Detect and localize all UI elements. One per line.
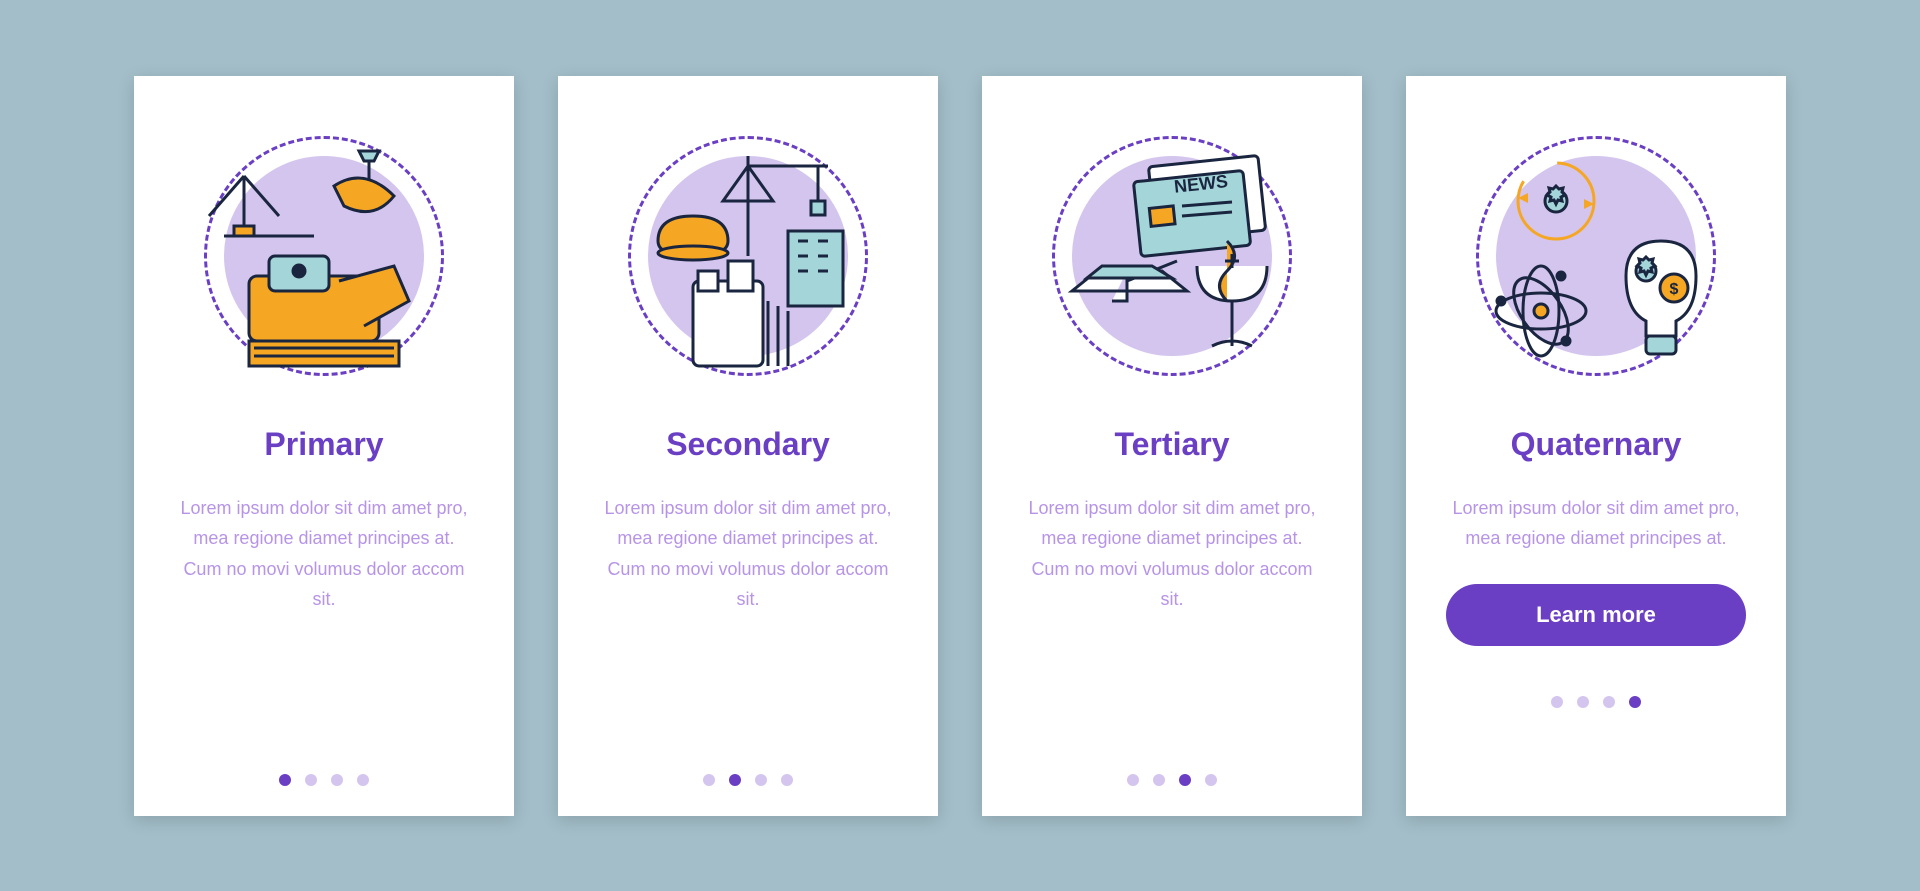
card-description: Lorem ipsum dolor sit dim amet pro, mea … (174, 493, 474, 754)
dot-4[interactable] (1205, 774, 1217, 786)
card-secondary: Secondary Lorem ipsum dolor sit dim amet… (558, 76, 938, 816)
card-description: Lorem ipsum dolor sit dim amet pro, mea … (1022, 493, 1322, 754)
card-title: Primary (264, 426, 383, 463)
dot-3[interactable] (331, 774, 343, 786)
svg-text:$: $ (1670, 281, 1679, 298)
card-tertiary: NEWS Tertiary Lor (982, 76, 1362, 816)
dot-2[interactable] (1577, 696, 1589, 708)
dot-3[interactable] (1603, 696, 1615, 708)
learn-more-button[interactable]: Learn more (1446, 584, 1746, 646)
dot-1[interactable] (1127, 774, 1139, 786)
dot-3[interactable] (755, 774, 767, 786)
dot-4[interactable] (1629, 696, 1641, 708)
card-description: Lorem ipsum dolor sit dim amet pro, mea … (598, 493, 898, 754)
secondary-industry-icon (608, 116, 888, 396)
dot-1[interactable] (1551, 696, 1563, 708)
primary-industry-icon (184, 116, 464, 396)
dot-1[interactable] (279, 774, 291, 786)
pagination-dots (1127, 754, 1217, 786)
dot-3[interactable] (1179, 774, 1191, 786)
dot-4[interactable] (357, 774, 369, 786)
card-title: Quaternary (1511, 426, 1682, 463)
pagination-dots (279, 754, 369, 786)
cards-container: Primary Lorem ipsum dolor sit dim amet p… (134, 76, 1786, 816)
tertiary-industry-icon: NEWS (1032, 116, 1312, 396)
dot-2[interactable] (1153, 774, 1165, 786)
dot-2[interactable] (305, 774, 317, 786)
quaternary-industry-icon: $ (1456, 116, 1736, 396)
card-title: Secondary (666, 426, 830, 463)
card-primary: Primary Lorem ipsum dolor sit dim amet p… (134, 76, 514, 816)
card-title: Tertiary (1114, 426, 1229, 463)
card-description: Lorem ipsum dolor sit dim amet pro, mea … (1446, 493, 1746, 554)
dot-2[interactable] (729, 774, 741, 786)
dot-1[interactable] (703, 774, 715, 786)
card-quaternary: $ Quaternary Lorem ipsum dolor sit dim a… (1406, 76, 1786, 816)
dot-4[interactable] (781, 774, 793, 786)
pagination-dots (703, 754, 793, 786)
pagination-dots (1551, 676, 1641, 708)
